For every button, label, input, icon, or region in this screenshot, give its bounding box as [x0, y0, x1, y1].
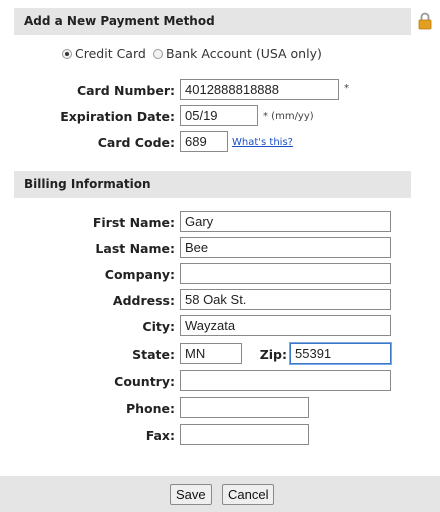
payment-type-options: Credit Card Bank Account (USA only) — [0, 46, 440, 66]
bank-account-radio[interactable] — [153, 49, 163, 59]
phone-label: Phone: — [125, 401, 175, 416]
phone-input[interactable] — [180, 397, 309, 418]
expiration-date-hint: * (mm/yy) — [263, 111, 314, 122]
expiration-date-input[interactable] — [180, 105, 258, 126]
lock-icon — [418, 12, 432, 30]
billing-section-header: Billing Information — [14, 171, 411, 198]
last-name-label: Last Name: — [95, 241, 175, 256]
expiration-date-label: Expiration Date: — [60, 109, 175, 124]
save-button[interactable]: Save — [170, 484, 212, 505]
first-name-input[interactable] — [180, 211, 391, 232]
fax-label: Fax: — [145, 428, 175, 443]
country-input[interactable] — [180, 370, 391, 391]
last-name-input[interactable] — [180, 237, 391, 258]
cancel-button[interactable]: Cancel — [222, 484, 275, 505]
address-input[interactable] — [180, 289, 391, 310]
form-actions-bar — [0, 476, 440, 512]
card-code-label: Card Code: — [97, 135, 175, 150]
company-label: Company: — [104, 267, 175, 282]
credit-card-radio[interactable] — [62, 49, 72, 59]
zip-label: Zip: — [259, 347, 287, 362]
card-number-required-mark: * — [344, 83, 349, 94]
bank-account-label[interactable]: Bank Account (USA only) — [166, 46, 322, 61]
city-label: City: — [142, 319, 175, 334]
whats-this-link[interactable]: What's this? — [232, 137, 293, 148]
card-number-input[interactable] — [180, 79, 339, 100]
country-label: Country: — [114, 374, 175, 389]
card-code-input[interactable] — [180, 131, 228, 152]
city-input[interactable] — [180, 315, 391, 336]
address-label: Address: — [112, 293, 175, 308]
state-input[interactable] — [180, 343, 242, 364]
first-name-label: First Name: — [92, 215, 175, 230]
credit-card-label[interactable]: Credit Card — [75, 46, 146, 61]
company-input[interactable] — [180, 263, 391, 284]
state-label: State: — [132, 347, 175, 362]
card-number-label: Card Number: — [76, 83, 175, 98]
zip-input[interactable] — [290, 343, 391, 364]
payment-section-header: Add a New Payment Method — [14, 8, 411, 35]
fax-input[interactable] — [180, 424, 309, 445]
